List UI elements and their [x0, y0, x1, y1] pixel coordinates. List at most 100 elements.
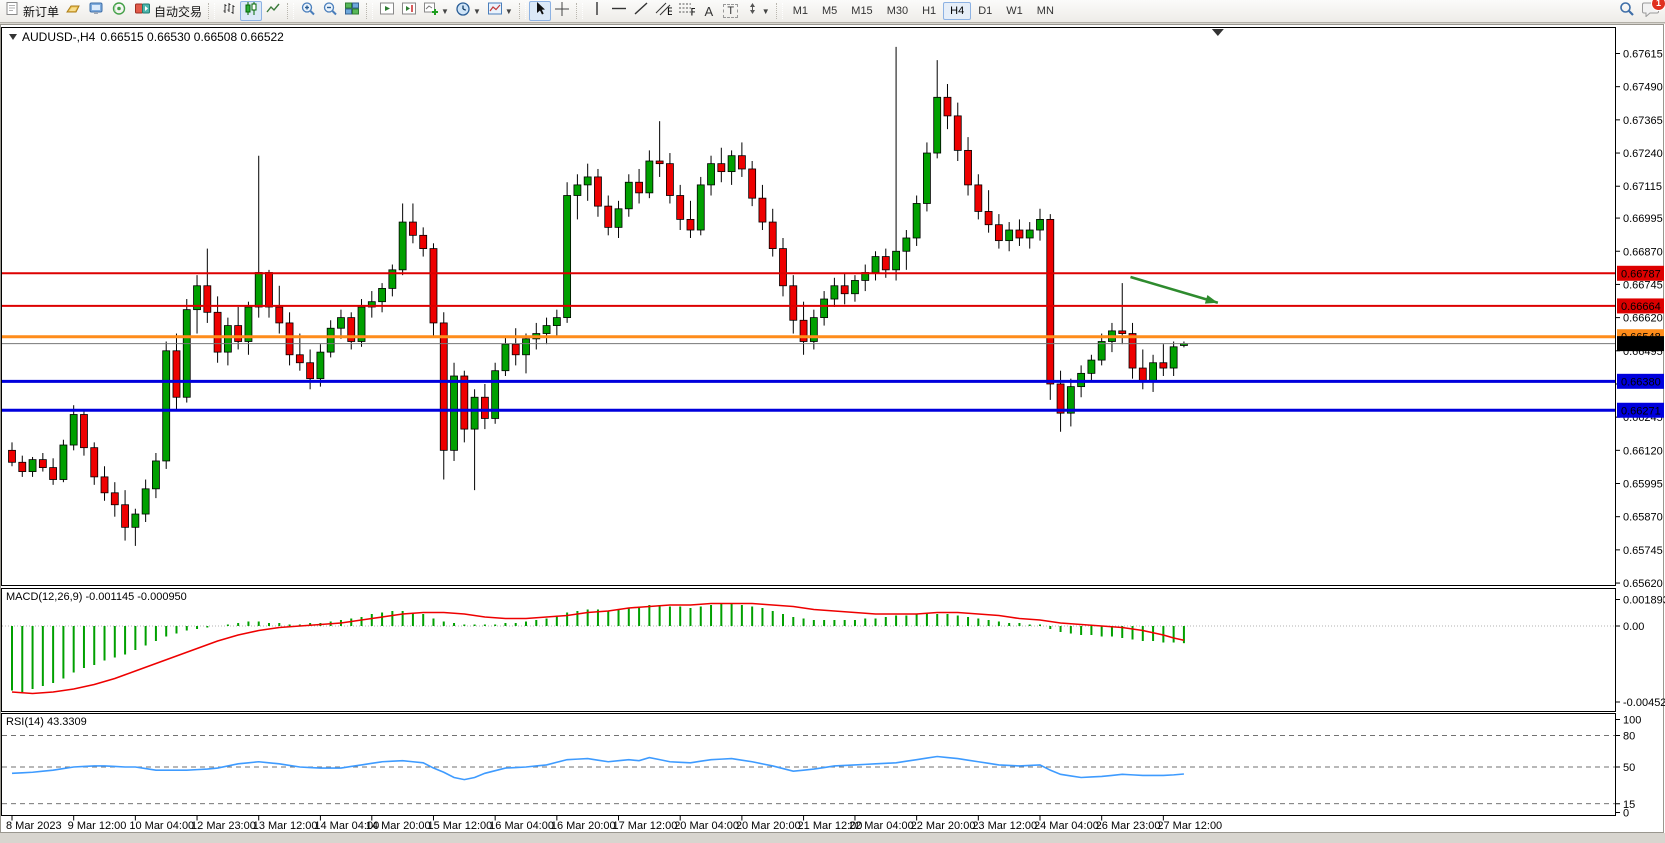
terminal-button[interactable] [85, 1, 108, 21]
candle-body [266, 272, 273, 307]
time-axis-label: 9 Mar 12:00 [68, 820, 127, 832]
timeframe-m5-button[interactable]: M5 [815, 2, 844, 20]
toolbar: 新订单 自动交易 ▼ ▼ [0, 0, 1665, 23]
arrows-tool-button[interactable]: ▼ [742, 1, 773, 21]
timeframe-h1-button[interactable]: H1 [915, 2, 943, 20]
candle-body [851, 280, 858, 293]
chevron-down-icon: ▼ [762, 7, 770, 16]
macd-pane[interactable] [2, 589, 1616, 712]
price-tag-label: 0.66271 [1621, 405, 1661, 417]
search-icon[interactable] [1619, 1, 1635, 22]
candle-body [923, 153, 930, 203]
trendline-tool-button[interactable] [630, 1, 652, 21]
auto-trading-icon [134, 1, 151, 21]
auto-trading-button[interactable]: 自动交易 [131, 1, 205, 21]
price-axis-label: 0.67115 [1623, 181, 1662, 193]
toolbar-right-cluster: 1 [1619, 1, 1659, 22]
candle-body [142, 489, 149, 514]
zoom-in-button[interactable] [297, 1, 319, 21]
template-icon [487, 1, 503, 21]
terminal-icon [88, 1, 105, 21]
data-window-toggle-icon[interactable] [9, 34, 17, 40]
chart-shift-icon [401, 1, 417, 21]
time-axis-label: 20 Mar 20:00 [736, 820, 801, 832]
strategy-signal-button[interactable] [108, 1, 131, 21]
price-axis-label: 0.66870 [1623, 246, 1663, 258]
gold-bar-icon [65, 1, 82, 21]
candle-body [954, 116, 961, 151]
bar-chart-button[interactable] [218, 1, 240, 21]
line-chart-icon [265, 1, 281, 21]
candle-body [625, 182, 632, 209]
rsi-indicator-label: RSI(14) 43.3309 [6, 716, 87, 728]
candle-body [800, 320, 807, 341]
market-watch-button[interactable] [62, 1, 85, 21]
candle-body [235, 326, 242, 342]
candle-body [759, 198, 766, 222]
chart-shift-button[interactable] [398, 1, 420, 21]
candle-body [944, 97, 951, 116]
timeframe-h4-button[interactable]: H4 [943, 2, 971, 20]
notification-badge: 1 [1651, 0, 1665, 11]
timeframe-m1-button[interactable]: M1 [786, 2, 815, 20]
candle-body [317, 352, 324, 379]
time-axis-label: 15 Mar 12:00 [427, 820, 492, 832]
timeframe-m30-button[interactable]: M30 [880, 2, 915, 20]
trendline-icon [633, 1, 649, 21]
template-button[interactable]: ▼ [484, 1, 516, 21]
chart-ohlc-values: 0.66515 0.66530 0.66508 0.66522 [100, 30, 284, 44]
candle-body [440, 323, 447, 450]
clock-icon [455, 1, 471, 22]
tile-windows-button[interactable] [341, 1, 363, 21]
rsi-axis-label: 100 [1623, 715, 1641, 727]
price-axis-label: 0.65745 [1623, 545, 1663, 557]
candlestick-chart-button[interactable] [240, 1, 262, 21]
new-order-button[interactable]: 新订单 [2, 1, 62, 21]
candle-body [1170, 347, 1177, 368]
candle-body [337, 318, 344, 329]
bar-chart-icon [221, 1, 237, 21]
candle-body [512, 344, 519, 355]
line-chart-button[interactable] [262, 1, 284, 21]
candle-body [1139, 368, 1146, 381]
chevron-down-icon: ▼ [441, 7, 449, 16]
crosshair-tool-button[interactable] [551, 1, 573, 21]
auto-trading-label: 自动交易 [154, 3, 202, 20]
candle-body [841, 286, 848, 294]
add-indicator-icon [423, 1, 439, 21]
timeframe-d1-button[interactable]: D1 [971, 2, 999, 20]
chart-title-line[interactable]: AUDUSD-,H4 0.66515 0.66530 0.66508 0.665… [9, 30, 284, 44]
zoom-in-icon [300, 1, 316, 22]
timeframe-mn-button[interactable]: MN [1030, 2, 1061, 20]
price-axis-label: 0.66620 [1623, 313, 1663, 325]
timeframe-m15-button[interactable]: M15 [844, 2, 879, 20]
candle-body [451, 376, 458, 450]
label-tool-button[interactable]: T [720, 1, 742, 21]
time-axis-label: 13 Mar 12:00 [253, 820, 318, 832]
candle-body [101, 477, 108, 493]
rsi-pane[interactable] [2, 714, 1616, 816]
candle-body [975, 185, 982, 212]
cursor-tool-button[interactable] [529, 1, 551, 21]
candle-body [111, 493, 118, 505]
zoom-out-button[interactable] [319, 1, 341, 21]
candle-body [80, 414, 87, 447]
horizontal-line-tool-button[interactable] [608, 1, 630, 21]
vertical-line-tool-button[interactable] [586, 1, 608, 21]
candle-body [738, 156, 745, 169]
chart-canvas[interactable]: 0.676150.674900.673650.672400.671150.669… [0, 0, 1665, 843]
timeframe-w1-button[interactable]: W1 [999, 2, 1030, 20]
channel-tool-button[interactable]: E [652, 1, 675, 21]
text-tool-icon: A [704, 4, 713, 19]
notifications-button[interactable]: 1 [1641, 1, 1659, 22]
candle-body [646, 161, 653, 193]
text-tool-button[interactable]: A [698, 1, 720, 21]
candle-body [286, 323, 293, 355]
fibonacci-tool-button[interactable]: F [675, 1, 698, 21]
candle-body [821, 299, 828, 318]
candle-body [666, 164, 673, 196]
auto-scroll-button[interactable] [376, 1, 398, 21]
candle-body [636, 182, 643, 193]
add-indicator-button[interactable]: ▼ [420, 1, 452, 21]
period-button[interactable]: ▼ [452, 1, 484, 21]
